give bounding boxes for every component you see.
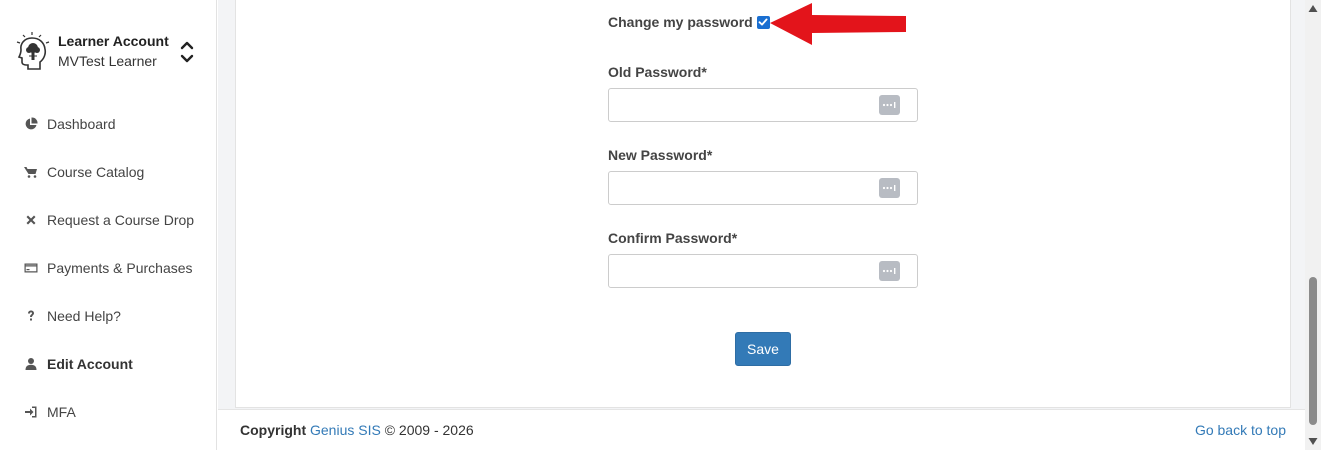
- copyright-label: Copyright: [240, 422, 307, 438]
- scrollbar-thumb[interactable]: [1309, 277, 1317, 425]
- scroll-up-arrow-icon[interactable]: [1308, 4, 1318, 14]
- old-password-label: Old Password*: [608, 64, 707, 80]
- checkmark-icon: [758, 18, 768, 26]
- red-arrow-icon: [770, 3, 906, 45]
- account-title: Learner Account: [58, 33, 169, 49]
- new-password-field[interactable]: [608, 171, 918, 205]
- copyright-text: Copyright Genius SIS © 2009 - 2026: [240, 422, 474, 438]
- sidebar-item-mfa[interactable]: MFA: [0, 388, 217, 436]
- old-password-input[interactable]: [609, 89, 869, 121]
- change-password-label: Change my password: [608, 14, 753, 30]
- learner-head-icon: [16, 32, 50, 70]
- sidebar-item-label: Course Catalog: [47, 164, 145, 180]
- copyright-years: © 2009 - 2026: [384, 422, 474, 438]
- password-dots-icon[interactable]: [879, 261, 900, 281]
- scroll-down-arrow-icon[interactable]: [1308, 436, 1318, 446]
- sidebar-item-label: Request a Course Drop: [47, 212, 195, 228]
- sidebar-item-label: Payments & Purchases: [47, 260, 193, 276]
- old-password-field[interactable]: [608, 88, 918, 122]
- sidebar-item-label: MFA: [47, 404, 76, 420]
- sidebar-item-request-course-drop[interactable]: Request a Course Drop: [0, 196, 217, 244]
- cart-icon: [24, 165, 38, 179]
- sidebar-item-payments[interactable]: Payments & Purchases: [0, 244, 217, 292]
- sign-in-icon: [24, 405, 38, 419]
- confirm-password-label: Confirm Password*: [608, 230, 738, 246]
- sidebar-item-edit-account[interactable]: Edit Account: [0, 340, 217, 388]
- confirm-password-input[interactable]: [609, 255, 869, 287]
- question-icon: [24, 309, 38, 323]
- password-dots-icon[interactable]: [879, 95, 900, 115]
- sidebar: Learner Account MVTest Learner Dashboard…: [0, 0, 217, 450]
- sidebar-item-label: Need Help?: [47, 308, 121, 324]
- sidebar-item-label: Dashboard: [47, 116, 116, 132]
- sidebar-nav: Dashboard Course Catalog Request a Cours…: [0, 100, 217, 436]
- user-icon: [24, 357, 38, 371]
- confirm-password-field[interactable]: [608, 254, 918, 288]
- footer: Copyright Genius SIS © 2009 - 2026 Go ba…: [218, 409, 1305, 450]
- sidebar-item-course-catalog[interactable]: Course Catalog: [0, 148, 217, 196]
- save-button[interactable]: Save: [735, 332, 791, 366]
- sidebar-item-dashboard[interactable]: Dashboard: [0, 100, 217, 148]
- change-password-row: Change my password: [608, 14, 770, 30]
- account-switcher[interactable]: Learner Account MVTest Learner: [16, 30, 206, 80]
- pie-chart-icon: [24, 117, 38, 131]
- sidebar-item-label: Edit Account: [47, 356, 133, 372]
- close-icon: [24, 213, 38, 227]
- genius-sis-link[interactable]: Genius SIS: [310, 422, 381, 438]
- new-password-label: New Password*: [608, 147, 713, 163]
- new-password-input[interactable]: [609, 172, 869, 204]
- password-dots-icon[interactable]: [879, 178, 900, 198]
- sidebar-item-need-help[interactable]: Need Help?: [0, 292, 217, 340]
- go-back-to-top-link[interactable]: Go back to top: [1195, 422, 1286, 438]
- account-name: MVTest Learner: [58, 53, 157, 69]
- credit-card-icon: [24, 261, 38, 275]
- chevron-up-down-icon[interactable]: [180, 40, 194, 64]
- vertical-scrollbar[interactable]: [1305, 0, 1321, 450]
